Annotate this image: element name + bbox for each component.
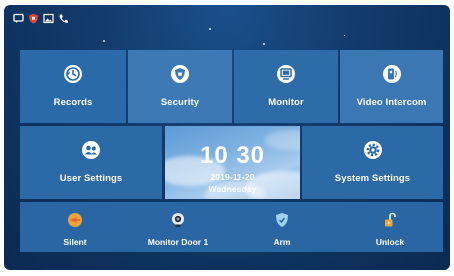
tile-user-settings-label: User Settings (59, 173, 123, 184)
picture-icon (43, 13, 54, 23)
quick-action-arm-label: Arm (273, 237, 291, 247)
tile-system-settings[interactable]: System Settings (302, 126, 443, 199)
silent-icon (68, 213, 82, 227)
message-icon (13, 13, 24, 23)
history-icon (64, 65, 82, 83)
tile-security[interactable]: Security (128, 50, 232, 123)
clock-time: 10 30 (199, 142, 266, 169)
quick-action-monitor-door-1[interactable]: Monitor Door 1 (133, 202, 223, 252)
monitor-icon (277, 65, 295, 83)
tile-user-settings[interactable]: User Settings (20, 126, 162, 199)
tile-monitor-label: Monitor (268, 97, 304, 108)
clock-weekday: Wednesday (208, 184, 257, 194)
door-camera-icon (172, 213, 184, 227)
quick-action-arm[interactable]: Arm (242, 202, 322, 252)
shield-icon (171, 65, 189, 83)
users-icon (82, 141, 100, 159)
tile-system-settings-label: System Settings (334, 173, 411, 184)
clock-date: 2019-11-20 (210, 172, 255, 182)
tile-monitor[interactable]: Monitor (234, 50, 338, 123)
device-frame: Records Security Monitor Video Intercom (0, 0, 454, 276)
tile-video-intercom[interactable]: Video Intercom (340, 50, 443, 123)
clock-widget: 10 30 2019-11-20 Wednesday (165, 126, 300, 199)
gear-icon (363, 141, 382, 159)
quick-action-silent-label: Silent (63, 237, 87, 247)
intercom-icon (382, 65, 401, 83)
quick-action-silent[interactable]: Silent (30, 202, 120, 252)
security-icon (29, 13, 38, 23)
quick-action-monitor-door-1-label: Monitor Door 1 (147, 237, 209, 247)
tile-video-intercom-label: Video Intercom (356, 97, 427, 108)
tile-records[interactable]: Records (20, 50, 126, 123)
tile-security-label: Security (160, 97, 200, 108)
phone-icon (59, 14, 68, 23)
quick-action-unlock-label: Unlock (375, 237, 405, 247)
tile-records-label: Records (53, 97, 93, 108)
unlock-icon (385, 212, 396, 227)
status-bar (13, 11, 69, 25)
quick-action-unlock[interactable]: Unlock (345, 202, 435, 252)
quick-action-bar: Silent Monitor Door 1 Arm Unlock (20, 202, 443, 252)
arm-shield-icon (276, 213, 288, 227)
